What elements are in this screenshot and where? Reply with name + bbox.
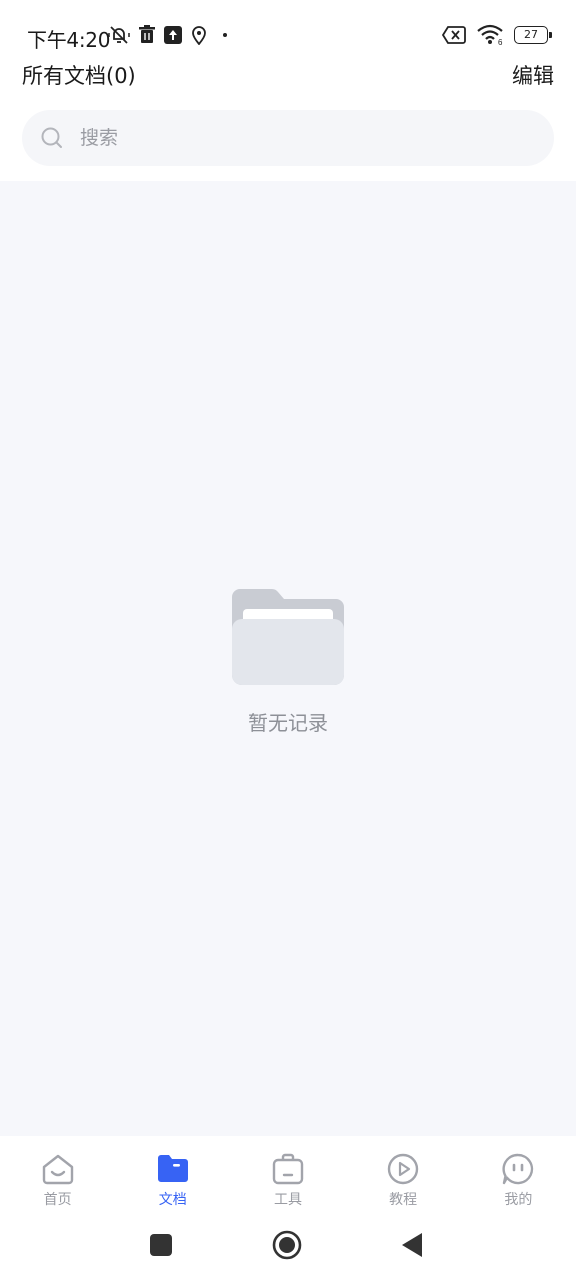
search-bar[interactable] [22,110,554,166]
nav-label-home: 首页 [43,1192,72,1208]
status-icons-right: 6 27 [442,24,552,46]
edit-button[interactable]: 编辑 [512,60,554,90]
home-icon [41,1152,75,1186]
nav-item-home[interactable]: 首页 [0,1136,115,1218]
nav-label-profile: 我的 [504,1192,533,1208]
nav-label-tools: 工具 [273,1192,302,1208]
battery-icon: 27 [514,26,552,44]
home-button[interactable] [272,1230,302,1264]
wifi-label: 6 [498,38,503,46]
bottom-nav: 首页 文档 工具 教程 我的 [0,1136,576,1218]
system-nav-bar [0,1218,576,1280]
trash-icon [138,25,156,45]
nav-label-tutorials: 教程 [389,1192,418,1208]
document-list-area[interactable]: 暂无记录 [0,181,576,1136]
mute-bell-icon [108,24,130,46]
document-folder-icon [156,1152,190,1186]
status-icons-left [108,24,234,46]
back-button[interactable] [400,1232,424,1262]
play-circle-icon [386,1152,420,1186]
dot-icon [216,26,234,44]
status-bar: 下午4:20 6 27 [0,0,576,56]
nav-item-tutorials[interactable]: 教程 [346,1136,461,1218]
nav-item-profile[interactable]: 我的 [461,1136,576,1218]
profile-face-icon [501,1152,535,1186]
nav-item-documents[interactable]: 文档 [115,1136,230,1218]
search-input[interactable] [80,127,500,149]
toolbox-icon [271,1152,305,1186]
empty-state-text: 暂无记录 [248,711,328,735]
recent-apps-button[interactable] [150,1234,172,1260]
nav-item-tools[interactable]: 工具 [230,1136,345,1218]
status-time: 下午4:20 [27,28,111,52]
nav-label-documents: 文档 [158,1192,187,1208]
wifi-icon: 6 [476,24,504,46]
page-title: 所有文档(0) [22,64,136,88]
empty-folder-icon [232,589,344,689]
search-icon [40,126,64,150]
empty-state: 暂无记录 [0,589,576,736]
header: 所有文档(0) 编辑 [0,56,576,96]
location-pin-icon [190,25,208,45]
upload-icon [164,26,182,44]
no-sim-icon [442,25,466,45]
